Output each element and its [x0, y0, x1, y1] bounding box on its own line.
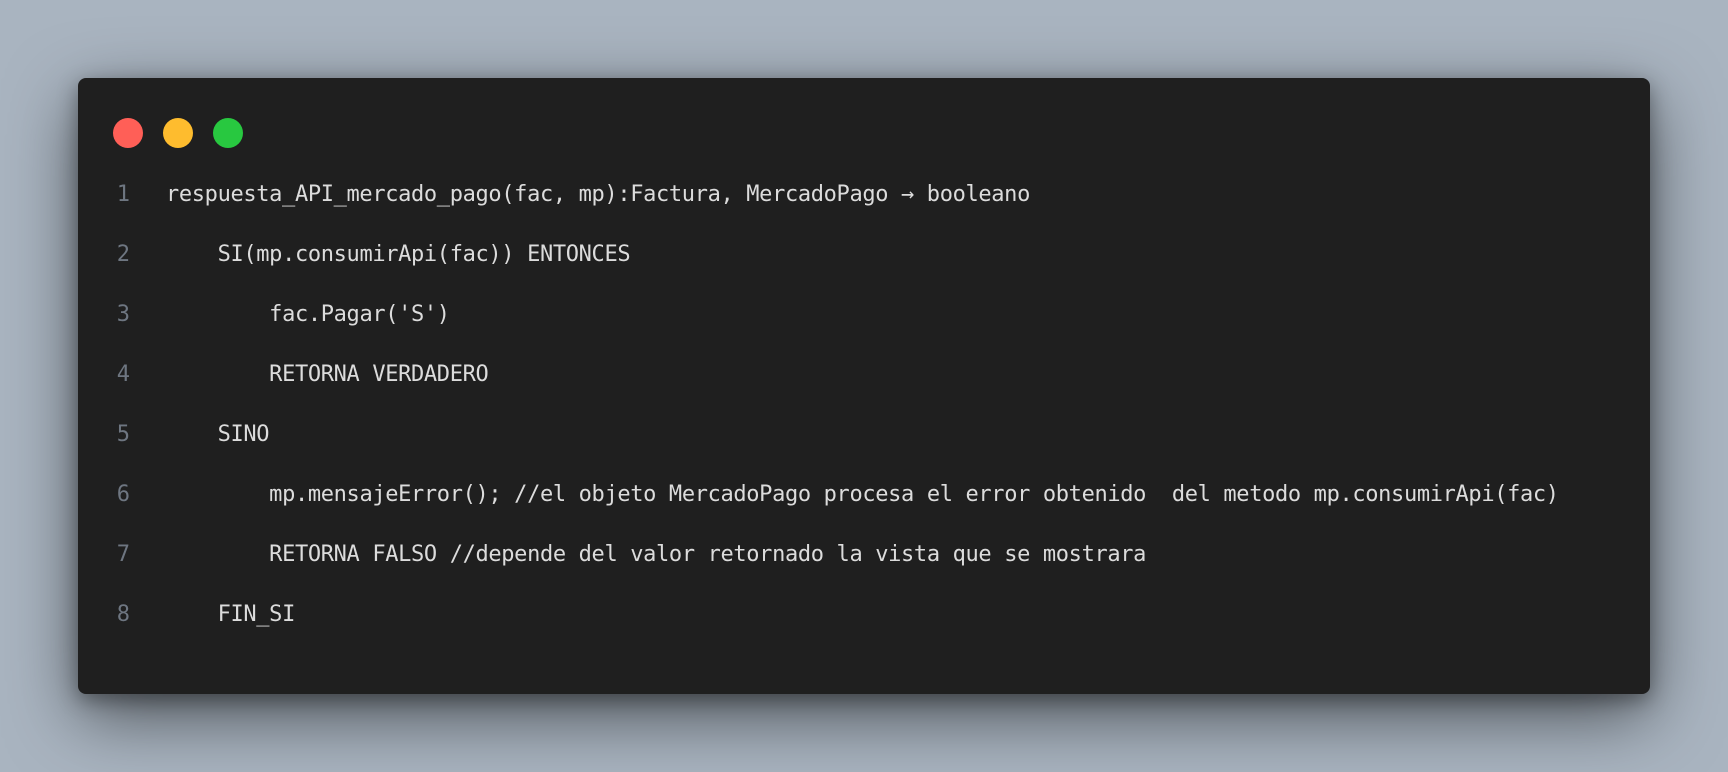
code-block: 1 respuesta_API_mercado_pago(fac, mp):Fa…: [78, 180, 1650, 660]
line-number: 1: [116, 182, 130, 207]
line-number: 7: [116, 542, 130, 567]
line-number: 8: [116, 602, 130, 627]
line-number: 6: [116, 482, 130, 507]
maximize-icon[interactable]: [213, 118, 243, 148]
code-text: mp.mensajeError(); //el objeto MercadoPa…: [166, 482, 1559, 507]
code-line: 8 FIN_SI: [78, 600, 1650, 630]
code-line: 7 RETORNA FALSO //depende del valor reto…: [78, 540, 1650, 570]
code-text: RETORNA VERDADERO: [166, 362, 489, 387]
code-window: 1 respuesta_API_mercado_pago(fac, mp):Fa…: [78, 78, 1650, 694]
line-number: 3: [116, 302, 130, 327]
code-line: 2 SI(mp.consumirApi(fac)) ENTONCES: [78, 240, 1650, 270]
code-text: RETORNA FALSO //depende del valor retorn…: [166, 542, 1147, 567]
code-text: fac.Pagar('S'): [166, 302, 450, 327]
line-number: 4: [116, 362, 130, 387]
code-text: respuesta_API_mercado_pago(fac, mp):Fact…: [166, 182, 1030, 207]
code-line: 3 fac.Pagar('S'): [78, 300, 1650, 330]
line-number: 2: [116, 242, 130, 267]
line-number: 5: [116, 422, 130, 447]
code-line: 4 RETORNA VERDADERO: [78, 360, 1650, 390]
code-text: FIN_SI: [166, 602, 296, 627]
code-line: 6 mp.mensajeError(); //el objeto Mercado…: [78, 480, 1650, 510]
code-text: SINO: [166, 422, 270, 447]
code-line: 1 respuesta_API_mercado_pago(fac, mp):Fa…: [78, 180, 1650, 210]
code-line: 5 SINO: [78, 420, 1650, 450]
minimize-icon[interactable]: [163, 118, 193, 148]
close-icon[interactable]: [113, 118, 143, 148]
window-controls: [113, 118, 243, 148]
code-text: SI(mp.consumirApi(fac)) ENTONCES: [166, 242, 631, 267]
